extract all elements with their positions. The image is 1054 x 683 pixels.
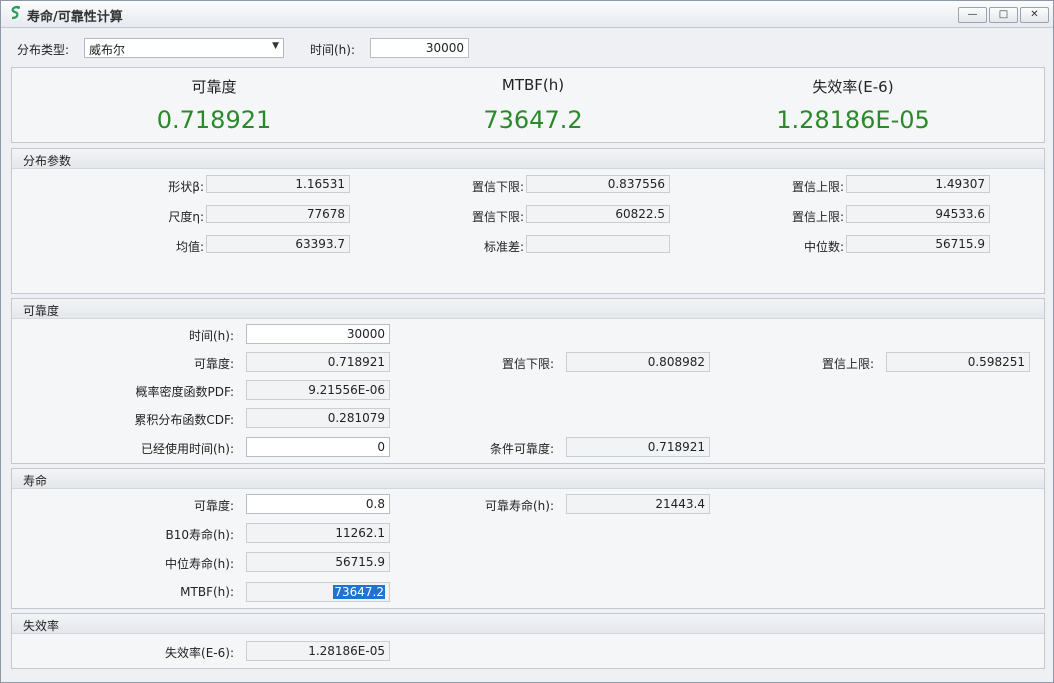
- maximize-button[interactable]: □: [989, 7, 1018, 23]
- rel-value-label: 可靠度:: [193, 357, 234, 371]
- b10-life-value[interactable]: 11262.1: [246, 523, 390, 543]
- scale-lower-label: 置信下限:: [471, 210, 524, 224]
- conditional-rel-value[interactable]: 0.718921: [566, 437, 710, 457]
- summary-mtbf-value: 73647.2: [483, 106, 583, 134]
- median-value[interactable]: 56715.9: [846, 235, 990, 253]
- life-rel-input[interactable]: 0.8: [246, 494, 390, 514]
- mean-label: 均值:: [175, 240, 204, 254]
- scale-upper-label: 置信上限:: [791, 210, 844, 224]
- summary-panel: 可靠度 0.718921 MTBF(h) 73647.2 失效率(E-6) 1.…: [11, 67, 1045, 143]
- scale-value[interactable]: 77678: [206, 205, 350, 223]
- rel-value[interactable]: 0.718921: [246, 352, 390, 372]
- time-input[interactable]: 30000: [370, 38, 469, 58]
- title-bar[interactable]: 寿命/可靠性计算 — □ ✕: [1, 1, 1053, 28]
- summary-reliability-label: 可靠度: [191, 78, 237, 96]
- rel-upper-label: 置信上限:: [821, 357, 874, 371]
- shape-label: 形状β:: [168, 180, 204, 194]
- scale-upper-value[interactable]: 94533.6: [846, 205, 990, 223]
- pdf-value[interactable]: 9.21556E-06: [246, 380, 390, 400]
- summary-failure-rate-label: 失效率(E-6): [812, 78, 894, 96]
- failure-rate-label: 失效率(E-6):: [165, 646, 234, 660]
- life-title: 寿命: [23, 474, 48, 488]
- panel-header: 寿命: [12, 469, 1044, 489]
- summary-reliability-value: 0.718921: [156, 106, 272, 134]
- window-title: 寿命/可靠性计算: [27, 10, 123, 25]
- shape-lower-value[interactable]: 0.837556: [526, 175, 670, 193]
- failure-rate-title: 失效率: [23, 619, 60, 633]
- panel-header: 可靠度: [12, 299, 1044, 319]
- scale-label: 尺度η:: [168, 210, 204, 224]
- minimize-button[interactable]: —: [958, 7, 987, 23]
- shape-upper-label: 置信上限:: [791, 180, 844, 194]
- std-dev-label: 标准差:: [483, 240, 524, 254]
- app-logo-icon: [11, 5, 20, 20]
- shape-upper-value[interactable]: 1.49307: [846, 175, 990, 193]
- std-dev-value[interactable]: [526, 235, 670, 253]
- life-panel: 寿命 可靠度: 0.8 可靠寿命(h): 21443.4 B10寿命(h): 1…: [11, 468, 1045, 609]
- life-mtbf-label: MTBF(h):: [180, 585, 234, 599]
- rel-lower-value[interactable]: 0.808982: [566, 352, 710, 372]
- median-life-value[interactable]: 56715.9: [246, 552, 390, 572]
- distribution-type-label: 分布类型:: [17, 43, 70, 57]
- rel-time-label: 时间(h):: [188, 329, 234, 343]
- summary-failure-rate-value: 1.28186E-05: [776, 106, 930, 134]
- conditional-rel-label: 条件可靠度:: [489, 442, 554, 456]
- cdf-label: 累积分布函数CDF:: [134, 413, 234, 427]
- cdf-value[interactable]: 0.281079: [246, 408, 390, 428]
- life-mtbf-value[interactable]: 73647.2: [246, 582, 390, 602]
- distribution-params-title: 分布参数: [23, 154, 72, 168]
- reliability-panel: 可靠度 时间(h): 30000 可靠度: 0.718921 置信下限: 0.8…: [11, 298, 1045, 464]
- distribution-type-value: 威布尔: [89, 43, 126, 57]
- shape-value[interactable]: 1.16531: [206, 175, 350, 193]
- time-label: 时间(h):: [310, 43, 356, 57]
- shape-lower-label: 置信下限:: [471, 180, 524, 194]
- distribution-params-panel: 分布参数 形状β: 1.16531 置信下限: 0.837556 置信上限: 1…: [11, 148, 1045, 294]
- distribution-type-select[interactable]: 威布尔 ▼: [84, 38, 284, 58]
- summary-mtbf-label: MTBF(h): [501, 76, 565, 94]
- b10-life-label: B10寿命(h):: [165, 528, 234, 542]
- failure-rate-value[interactable]: 1.28186E-05: [246, 641, 390, 661]
- close-button[interactable]: ✕: [1020, 7, 1049, 23]
- life-rel-label: 可靠度:: [193, 499, 234, 513]
- rel-upper-value[interactable]: 0.598251: [886, 352, 1030, 372]
- chevron-down-icon[interactable]: ▼: [272, 41, 279, 51]
- life-mtbf-selected-text: 73647.2: [333, 585, 385, 599]
- reliable-life-label: 可靠寿命(h):: [484, 499, 554, 513]
- reliability-title: 可靠度: [23, 304, 60, 318]
- median-label: 中位数:: [803, 240, 844, 254]
- rel-lower-label: 置信下限:: [501, 357, 554, 371]
- main-window: 寿命/可靠性计算 — □ ✕ 分布类型: 威布尔 ▼ 时间(h): 30000 …: [0, 0, 1054, 683]
- used-time-input[interactable]: 0: [246, 437, 390, 457]
- panel-header: 失效率: [12, 614, 1044, 634]
- rel-time-input[interactable]: 30000: [246, 324, 390, 344]
- panel-header: 分布参数: [12, 149, 1044, 169]
- mean-value[interactable]: 63393.7: [206, 235, 350, 253]
- reliable-life-value[interactable]: 21443.4: [566, 494, 710, 514]
- median-life-label: 中位寿命(h):: [164, 557, 234, 571]
- scale-lower-value[interactable]: 60822.5: [526, 205, 670, 223]
- failure-rate-panel: 失效率 失效率(E-6): 1.28186E-05: [11, 613, 1045, 669]
- pdf-label: 概率密度函数PDF:: [135, 385, 235, 399]
- used-time-label: 已经使用时间(h):: [140, 442, 234, 456]
